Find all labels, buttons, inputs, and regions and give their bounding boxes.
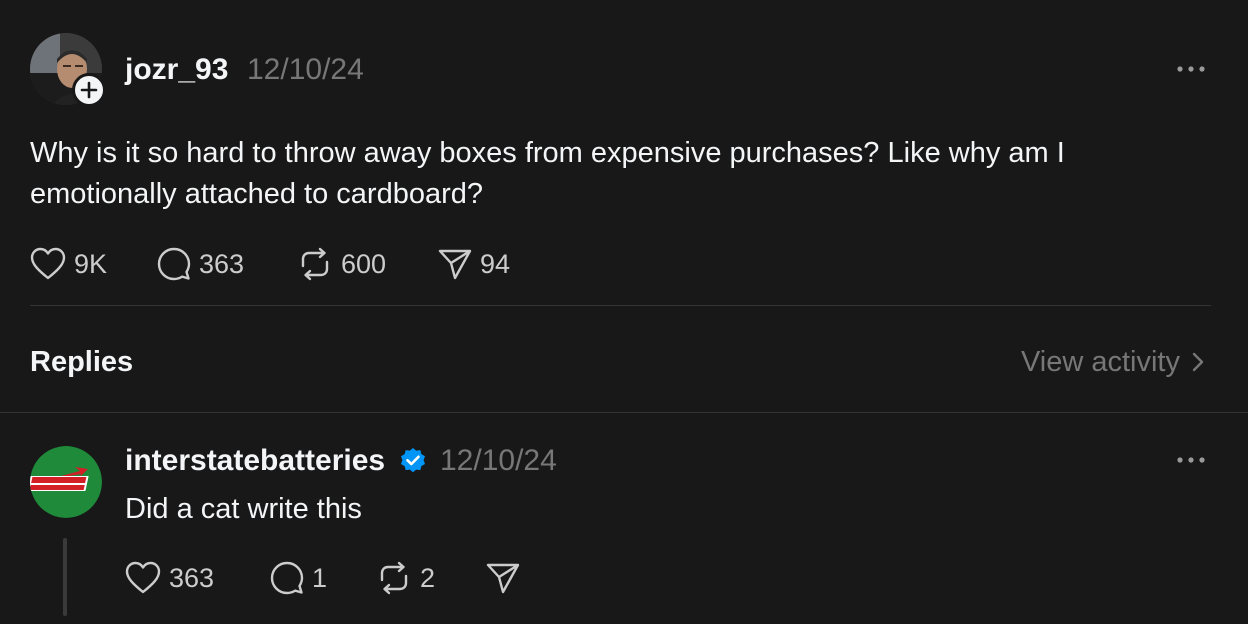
reply-reply-count: 1: [312, 563, 328, 593]
more-horizontal-icon: [1177, 66, 1205, 72]
section-divider: [0, 412, 1248, 413]
heart-icon: [125, 561, 161, 594]
repost-icon: [380, 561, 408, 595]
reply-username[interactable]: interstatebatteries: [125, 444, 385, 478]
reply-date: 12/10/24: [440, 444, 557, 477]
reply-like-button[interactable]: 363: [125, 558, 214, 598]
interstate-batteries-logo: [30, 446, 102, 518]
post-share-button[interactable]: 94: [438, 244, 510, 284]
reply-more-button[interactable]: [1171, 448, 1211, 472]
post-date: 12/10/24: [247, 53, 364, 86]
post-repost-count: 600: [341, 249, 387, 279]
post-like-button[interactable]: 9K: [30, 244, 107, 284]
post-reply-button[interactable]: 363: [157, 244, 244, 284]
reply-text: Did a cat write this: [125, 493, 362, 525]
repost-icon: [301, 247, 329, 281]
reply-author-avatar[interactable]: [30, 446, 102, 518]
verified-badge-icon: [399, 447, 427, 475]
plus-icon: [80, 81, 98, 99]
reply-share-button[interactable]: [486, 558, 520, 598]
heart-icon: [30, 247, 66, 280]
comment-bubble-icon: [270, 561, 304, 595]
reply-repost-button[interactable]: 2: [376, 558, 435, 598]
send-icon: [486, 563, 520, 594]
post-like-count: 9K: [74, 249, 108, 279]
reply-like-count: 363: [169, 563, 215, 593]
thread-line: [63, 538, 67, 616]
post-repost-button[interactable]: 600: [297, 244, 386, 284]
comment-bubble-icon: [157, 247, 191, 281]
chevron-right-icon: [1192, 352, 1204, 372]
post-more-button[interactable]: [1171, 57, 1211, 81]
post-reply-count: 363: [199, 249, 245, 279]
reply-reply-button[interactable]: 1: [270, 558, 327, 598]
replies-heading: Replies: [30, 346, 134, 378]
post-share-count: 94: [480, 249, 511, 279]
reply-repost-count: 2: [420, 563, 436, 593]
post-username[interactable]: jozr_93: [125, 53, 228, 87]
more-horizontal-icon: [1177, 457, 1205, 463]
follow-plus-button[interactable]: [72, 73, 106, 107]
send-icon: [438, 249, 472, 280]
post-text: Why is it so hard to throw away boxes fr…: [30, 137, 1065, 210]
view-activity-label: View activity: [1020, 346, 1180, 378]
view-activity-link[interactable]: View activity: [1021, 344, 1208, 380]
divider: [30, 305, 1211, 306]
